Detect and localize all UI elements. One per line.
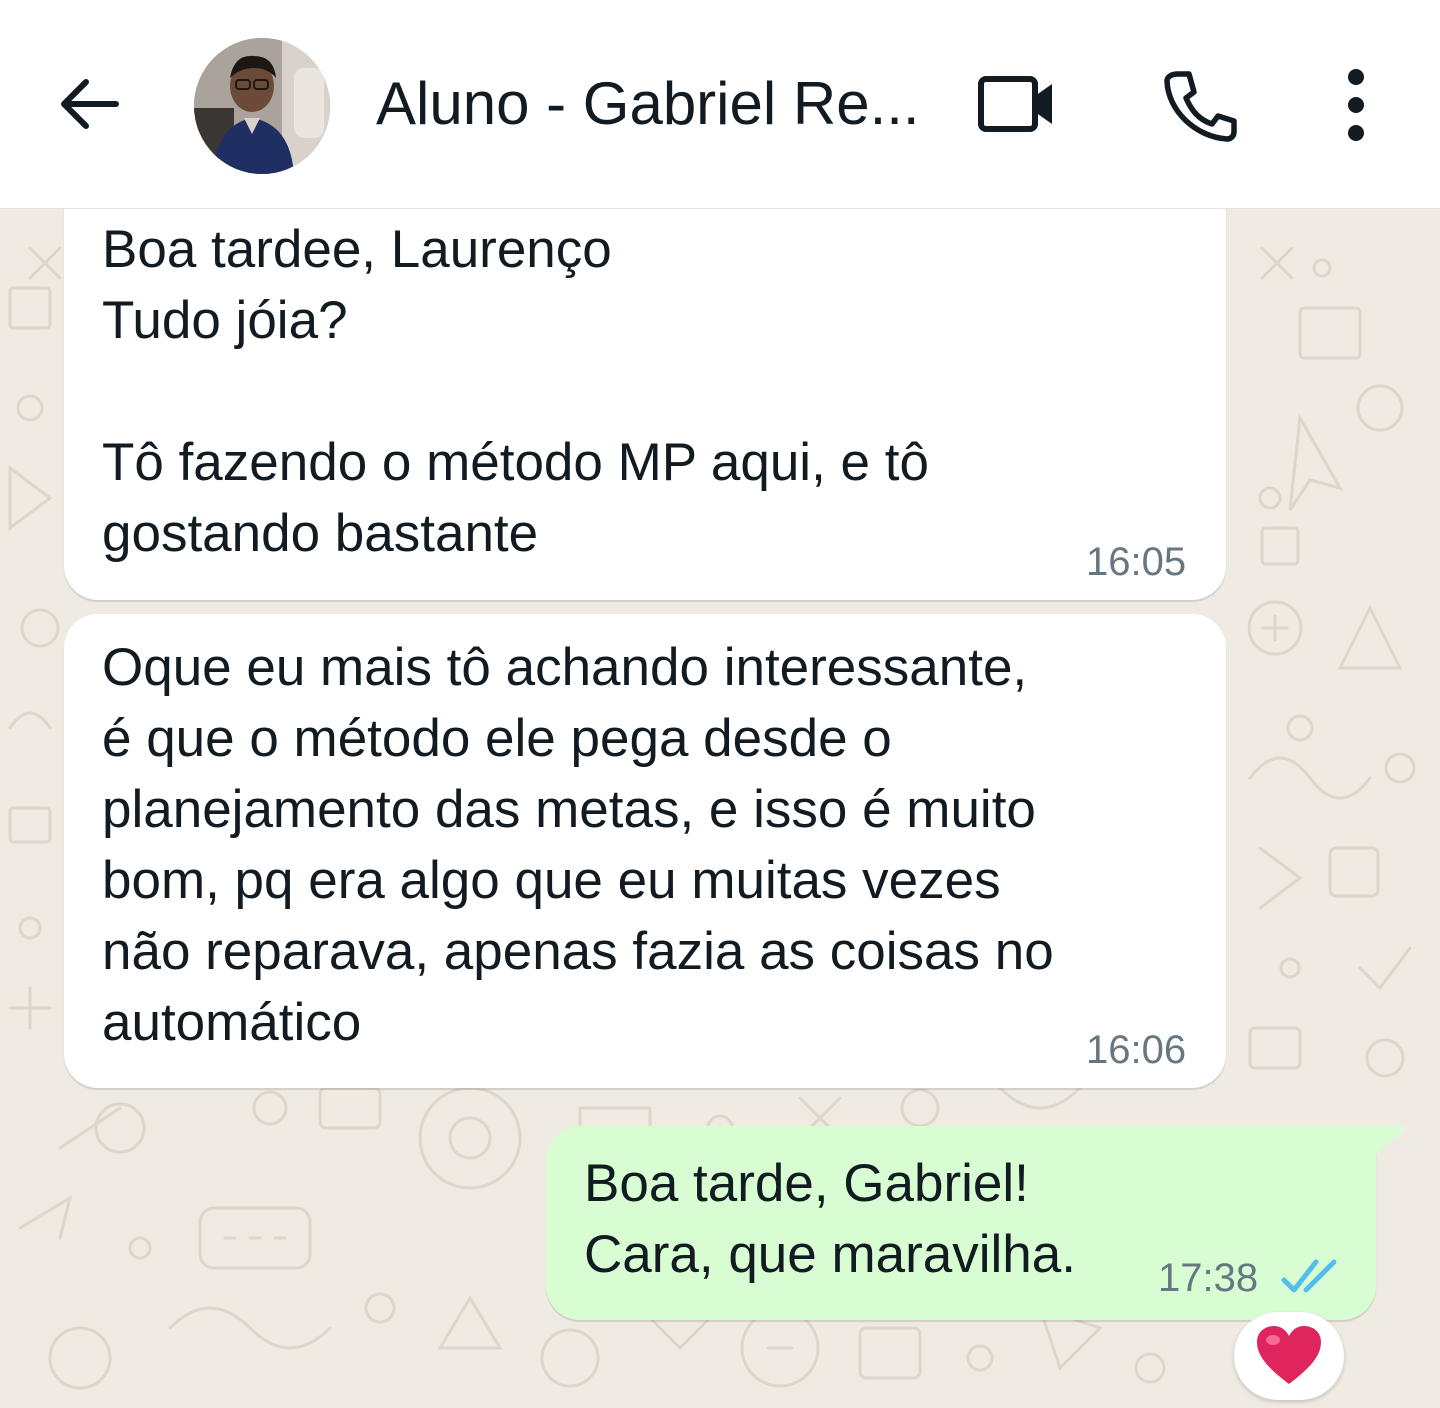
video-call-button[interactable]: [972, 62, 1064, 146]
message-text: Boa tardee, Laurenço Tudo jóia? Tô fazen…: [102, 220, 929, 563]
avatar-photo: [194, 38, 330, 174]
chat-screen: Aluno - Gabriel Re... Boa tardee, Lauren…: [0, 0, 1440, 1408]
contact-avatar[interactable]: [194, 38, 330, 174]
message-text: Boa tarde, Gabriel! Cara, que maravilha.: [584, 1154, 1076, 1284]
incoming-message[interactable]: Boa tardee, Laurenço Tudo jóia? Tô fazen…: [64, 204, 1226, 600]
video-camera-icon: [978, 76, 1052, 132]
more-options-button[interactable]: [1326, 62, 1386, 148]
message-time: 16:05: [1086, 540, 1187, 584]
outgoing-message[interactable]: Boa tarde, Gabriel! Cara, que maravilha.…: [546, 1126, 1406, 1320]
back-arrow-icon: [61, 79, 119, 129]
double-check-icon: [1281, 1259, 1337, 1293]
message-time: 17:38: [1158, 1256, 1259, 1300]
chat-header: Aluno - Gabriel Re...: [0, 0, 1440, 209]
message-time: 16:06: [1086, 1028, 1187, 1072]
back-button[interactable]: [52, 66, 128, 142]
message-text: Oque eu mais tô achando interessante, é …: [102, 638, 1054, 1052]
heart-icon: [1257, 1326, 1321, 1384]
message-reaction[interactable]: [1234, 1312, 1344, 1400]
incoming-message[interactable]: Oque eu mais tô achando interessante, é …: [64, 614, 1226, 1088]
contact-name[interactable]: Aluno - Gabriel Re...: [376, 66, 936, 142]
phone-icon: [1164, 71, 1237, 142]
more-vertical-icon: [1348, 69, 1364, 141]
voice-call-button[interactable]: [1156, 62, 1242, 148]
bubble-tail: [1374, 1126, 1406, 1156]
